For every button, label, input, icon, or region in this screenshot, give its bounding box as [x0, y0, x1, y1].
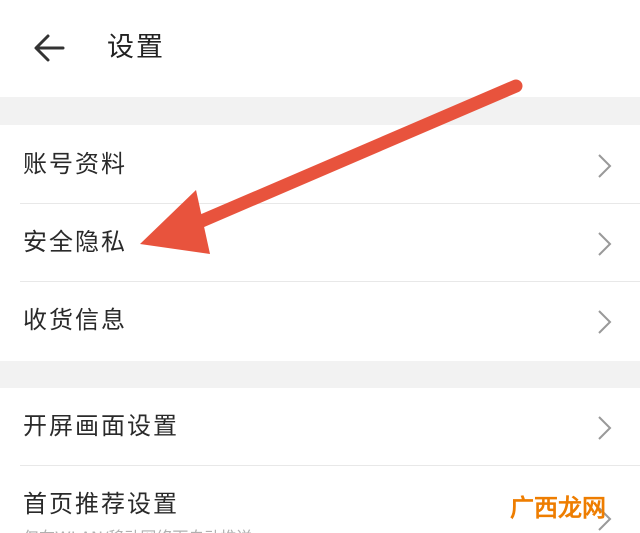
back-arrow-icon[interactable]	[32, 30, 68, 66]
chevron-right-icon	[598, 310, 612, 334]
top-bar: 设置	[0, 0, 640, 97]
menu-item-label: 收货信息	[23, 306, 127, 334]
watermark-logo: 广西龙网	[510, 494, 606, 522]
menu-item-label: 开屏画面设置	[23, 412, 179, 440]
menu-item-label: 安全隐私	[23, 228, 127, 256]
menu-item-splash-screen-settings[interactable]: 开屏画面设置	[0, 388, 640, 466]
menu-item-security-privacy[interactable]: 安全隐私	[0, 204, 640, 282]
settings-screen: 设置 账号资料 安全隐私 收货信息 开屏画面设置 首页推荐设置 仅在WLAN/移…	[0, 0, 640, 533]
chevron-right-icon	[598, 232, 612, 256]
menu-item-sublabel: 仅在WLAN/移动网络下自动推送	[23, 524, 252, 533]
section-gap	[0, 361, 640, 388]
chevron-right-icon	[598, 154, 612, 178]
menu-item-shipping-info[interactable]: 收货信息	[0, 282, 640, 360]
menu-item-account-info[interactable]: 账号资料	[0, 126, 640, 204]
chevron-right-icon	[598, 416, 612, 440]
menu-item-label: 首页推荐设置	[23, 490, 179, 518]
section-gap	[0, 97, 640, 125]
menu-item-label: 账号资料	[23, 150, 127, 178]
page-title: 设置	[107, 32, 165, 63]
